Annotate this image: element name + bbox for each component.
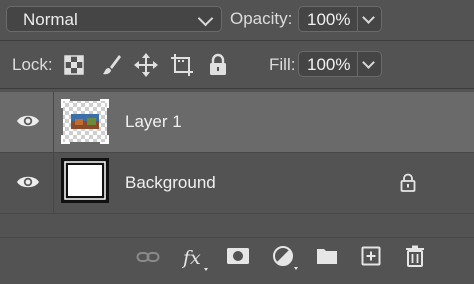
fill-value: 100% bbox=[307, 55, 351, 74]
fill-input[interactable]: 100% bbox=[298, 51, 358, 77]
adjustment-layer-icon[interactable] bbox=[272, 245, 300, 271]
layers-panel: Normal Opacity: 100% Lock: Fill: 100% La… bbox=[0, 0, 474, 284]
divider bbox=[0, 88, 474, 89]
blend-mode-value: Normal bbox=[23, 10, 78, 29]
move-icon[interactable] bbox=[134, 53, 158, 77]
eye-icon[interactable] bbox=[16, 174, 40, 190]
fill-dropdown-button[interactable] bbox=[358, 51, 382, 77]
fill-label: Fill: bbox=[269, 55, 296, 74]
chevron-down-icon bbox=[362, 56, 375, 69]
eye-icon[interactable] bbox=[16, 113, 40, 129]
layer-row-background[interactable]: Background bbox=[0, 153, 474, 213]
opacity-input[interactable]: 100% bbox=[298, 6, 358, 32]
visibility-column bbox=[0, 92, 54, 152]
opacity-label: Opacity: bbox=[230, 9, 293, 28]
lock-icon[interactable] bbox=[400, 173, 416, 192]
opacity-value: 100% bbox=[307, 10, 351, 29]
opacity-dropdown-button[interactable] bbox=[358, 6, 382, 32]
new-layer-icon[interactable] bbox=[361, 246, 381, 266]
layer-thumbnail bbox=[61, 99, 109, 144]
lock-icon[interactable] bbox=[208, 53, 228, 77]
brush-icon[interactable] bbox=[100, 53, 122, 77]
chevron-down-icon bbox=[362, 11, 375, 24]
divider bbox=[0, 40, 474, 41]
lock-fill-bar: Lock: Fill: 100% bbox=[0, 44, 474, 86]
lock-label: Lock: bbox=[12, 55, 53, 74]
group-folder-icon[interactable] bbox=[316, 247, 338, 265]
blend-opacity-bar: Normal Opacity: 100% bbox=[0, 0, 474, 38]
panel-footer: fx bbox=[0, 237, 474, 284]
layer-thumbnail bbox=[61, 158, 109, 203]
chevron-down-icon bbox=[197, 10, 214, 27]
lock-transparent-pixels-icon[interactable] bbox=[64, 55, 84, 75]
blend-mode-dropdown[interactable]: Normal bbox=[6, 6, 222, 32]
layer-row-layer-1[interactable]: Layer 1 bbox=[0, 92, 474, 152]
layer-name: Layer 1 bbox=[125, 112, 182, 131]
visibility-column bbox=[0, 153, 54, 213]
layer-mask-icon[interactable] bbox=[226, 246, 250, 266]
layers-list: Layer 1 Background bbox=[0, 92, 474, 237]
artboard-icon[interactable] bbox=[170, 53, 194, 77]
layer-name: Background bbox=[125, 173, 216, 192]
svg-text:fx: fx bbox=[182, 247, 201, 269]
divider bbox=[0, 213, 474, 214]
fx-icon[interactable]: fx bbox=[182, 246, 210, 272]
trash-icon[interactable] bbox=[405, 245, 425, 267]
link-icon[interactable] bbox=[136, 250, 160, 264]
